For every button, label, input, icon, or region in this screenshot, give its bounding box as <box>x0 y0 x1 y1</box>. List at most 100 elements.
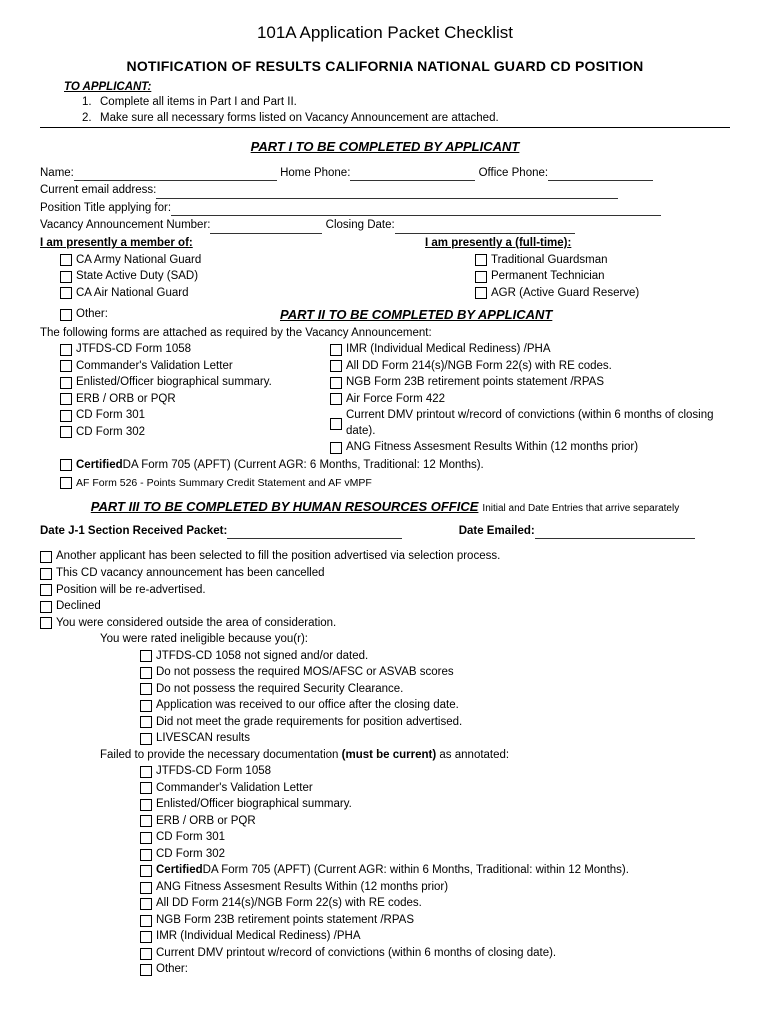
instruction-1: 1.Complete all items in Part I and Part … <box>82 95 730 111</box>
checkbox[interactable] <box>330 442 342 454</box>
field-email: Current email address: <box>40 183 730 199</box>
field-position: Position Title applying for: <box>40 201 730 217</box>
cb-agr: AGR (Active Guard Reserve) <box>475 286 730 302</box>
checkbox[interactable] <box>330 377 342 389</box>
checkbox[interactable] <box>60 477 72 489</box>
ineligible-header: You were rated ineligible because you(r)… <box>100 632 730 648</box>
cb-ngb23b: NGB Form 23B retirement points statement… <box>330 375 730 391</box>
cb-outside-area: You were considered outside the area of … <box>40 616 730 632</box>
checkbox[interactable] <box>60 344 72 356</box>
checkbox[interactable] <box>60 309 72 321</box>
checkbox[interactable] <box>140 683 152 695</box>
checkbox[interactable] <box>40 584 52 596</box>
part2-intro: The following forms are attached as requ… <box>40 326 730 342</box>
office-phone-input[interactable] <box>548 168 653 181</box>
email-input[interactable] <box>156 186 618 199</box>
cb-af526: AF Form 526 - Points Summary Credit Stat… <box>60 476 730 490</box>
cb-doc2-3: IMR (Individual Medical Rediness) /PHA <box>140 929 730 945</box>
cb-traditional: Traditional Guardsman <box>475 253 730 269</box>
checkbox[interactable] <box>60 271 72 283</box>
checkbox[interactable] <box>60 377 72 389</box>
checkbox[interactable] <box>60 426 72 438</box>
checkbox[interactable] <box>140 700 152 712</box>
cb-readvertised: Position will be re-advertised. <box>40 583 730 599</box>
cb-another-applicant: Another applicant has been selected to f… <box>40 549 730 565</box>
cb-cd302: CD Form 302 <box>60 425 330 441</box>
checkbox[interactable] <box>60 410 72 422</box>
position-input[interactable] <box>171 203 661 216</box>
checkbox[interactable] <box>140 766 152 778</box>
cb-erb: ERB / ORB or PQR <box>60 392 330 408</box>
part1-header: PART I TO BE COMPLETED BY APPLICANT <box>40 138 730 156</box>
date-emailed-input[interactable] <box>535 526 695 539</box>
checkbox[interactable] <box>330 344 342 356</box>
vacancy-input[interactable] <box>210 221 322 234</box>
cb-af422: Air Force Form 422 <box>330 392 730 408</box>
checkbox[interactable] <box>140 650 152 662</box>
cb-declined: Declined <box>40 599 730 615</box>
closing-input[interactable] <box>395 221 575 234</box>
cb-bio: Enlisted/Officer biographical summary. <box>60 375 330 391</box>
date-j1-input[interactable] <box>227 526 402 539</box>
checkbox[interactable] <box>140 667 152 679</box>
part2-header: PART II TO BE COMPLETED BY APPLICANT <box>240 306 730 324</box>
cb-doc2-1: All DD Form 214(s)/NGB Form 22(s) with R… <box>140 896 730 912</box>
to-applicant-label: TO APPLICANT: <box>64 80 730 96</box>
checkbox[interactable] <box>140 898 152 910</box>
checkbox[interactable] <box>40 617 52 629</box>
checkbox[interactable] <box>330 360 342 372</box>
checkbox[interactable] <box>140 832 152 844</box>
field-name: Name: Home Phone: Office Phone: <box>40 166 730 182</box>
checkbox[interactable] <box>140 815 152 827</box>
cb-ineligible-1: Do not possess the required MOS/AFSC or … <box>140 665 730 681</box>
checkbox[interactable] <box>475 287 487 299</box>
cb-ineligible-3: Application was received to our office a… <box>140 698 730 714</box>
checkbox[interactable] <box>140 849 152 861</box>
cb-other: Other: <box>60 307 240 323</box>
cb-doc-2: Enlisted/Officer biographical summary. <box>140 797 730 813</box>
checkbox[interactable] <box>60 360 72 372</box>
cb-ineligible-4: Did not meet the grade requirements for … <box>140 715 730 731</box>
checkbox[interactable] <box>140 882 152 894</box>
cb-commander: Commander's Validation Letter <box>60 359 330 375</box>
cb-doc2-0: ANG Fitness Assesment Results Within (12… <box>140 880 730 896</box>
cb-certified-da705: Certified DA Form 705 (APFT) (Current AG… <box>60 458 730 474</box>
checkbox[interactable] <box>475 271 487 283</box>
cb-ineligible-5: LIVESCAN results <box>140 731 730 747</box>
cb-doc2-4: Current DMV printout w/record of convict… <box>140 946 730 962</box>
checkbox[interactable] <box>475 254 487 266</box>
checkbox[interactable] <box>60 459 72 471</box>
page-subtitle: NOTIFICATION OF RESULTS CALIFORNIA NATIO… <box>40 57 730 76</box>
checkbox[interactable] <box>330 418 342 430</box>
cb-doc-1: Commander's Validation Letter <box>140 781 730 797</box>
fulltime-header: I am presently a (full-time): <box>425 236 730 252</box>
checkbox[interactable] <box>140 948 152 960</box>
cb-ineligible-2: Do not possess the required Security Cle… <box>140 682 730 698</box>
name-input[interactable] <box>74 168 277 181</box>
checkbox[interactable] <box>60 393 72 405</box>
cb-doc-3: ERB / ORB or PQR <box>140 814 730 830</box>
failed-header: Failed to provide the necessary document… <box>100 748 730 764</box>
checkbox[interactable] <box>140 915 152 927</box>
checkbox[interactable] <box>140 865 152 877</box>
checkbox[interactable] <box>330 393 342 405</box>
cb-dmv: Current DMV printout w/record of convict… <box>330 408 730 439</box>
checkbox[interactable] <box>140 782 152 794</box>
cb-doc2-5: Other: <box>140 962 730 978</box>
checkbox[interactable] <box>140 931 152 943</box>
checkbox[interactable] <box>140 716 152 728</box>
cb-doc-5: CD Form 302 <box>140 847 730 863</box>
checkbox[interactable] <box>60 287 72 299</box>
part3-header: PART III TO BE COMPLETED BY HUMAN RESOUR… <box>91 498 479 516</box>
checkbox[interactable] <box>40 601 52 613</box>
checkbox[interactable] <box>60 254 72 266</box>
divider-top <box>40 127 730 128</box>
checkbox[interactable] <box>140 964 152 976</box>
checkbox[interactable] <box>40 551 52 563</box>
checkbox[interactable] <box>40 568 52 580</box>
checkbox[interactable] <box>140 799 152 811</box>
cb-doc-cert: Certified DA Form 705 (APFT) (Current AG… <box>140 863 730 879</box>
home-phone-input[interactable] <box>350 168 475 181</box>
checkbox[interactable] <box>140 733 152 745</box>
date-row: Date J-1 Section Received Packet: Date E… <box>40 524 730 540</box>
